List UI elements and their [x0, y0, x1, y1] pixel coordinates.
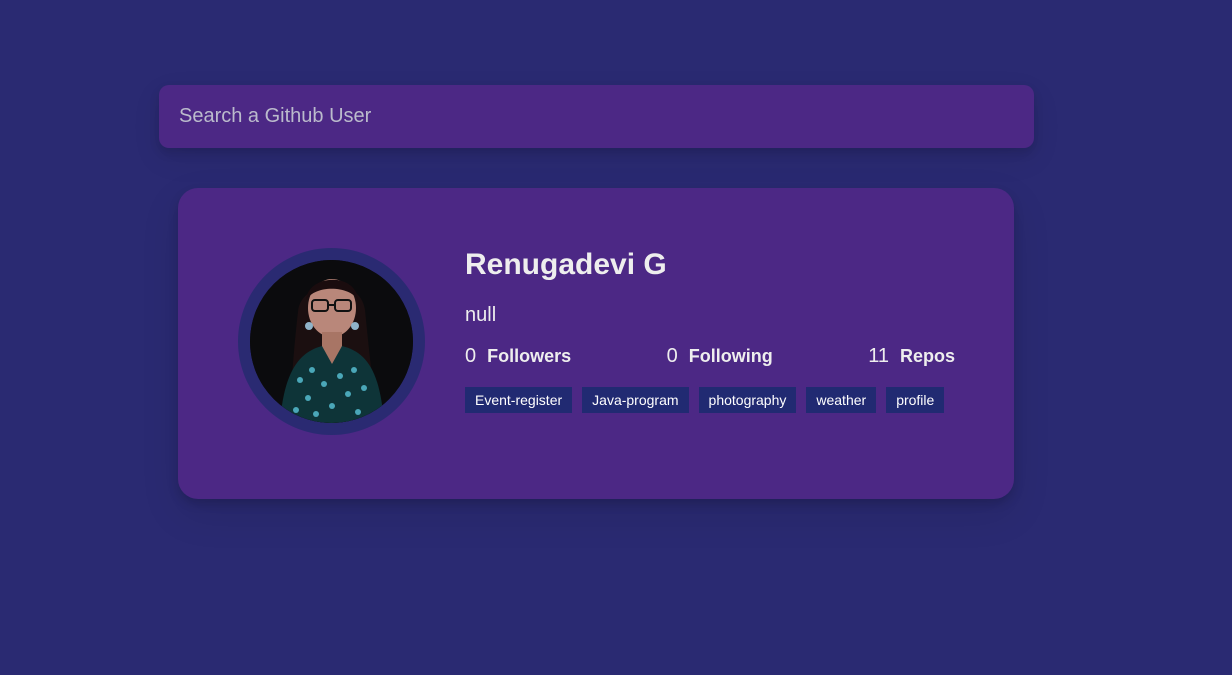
- search-form: [159, 85, 1034, 148]
- repos-label: Repos: [899, 346, 955, 366]
- avatar-ring: [238, 248, 425, 435]
- stat-followers: 0 Followers: [465, 344, 571, 368]
- stat-following: 0 Following: [667, 344, 773, 368]
- followers-label: Followers: [487, 346, 572, 366]
- avatar: [250, 260, 413, 423]
- followers-count: 0: [465, 345, 477, 367]
- search-input[interactable]: [159, 85, 1034, 148]
- profile-card: Renugadevi G null 0 Followers 0 Followin…: [178, 188, 1014, 499]
- user-bio: null: [465, 304, 497, 326]
- user-avatar-photo-icon: [250, 260, 413, 423]
- repo-link[interactable]: profile: [886, 387, 945, 413]
- stat-repos: 11 Repos: [868, 344, 955, 368]
- following-count: 0: [666, 345, 678, 367]
- user-name: Renugadevi G: [465, 248, 667, 281]
- repo-link[interactable]: weather: [806, 387, 877, 413]
- repo-link[interactable]: photography: [698, 387, 797, 413]
- following-label: Following: [688, 346, 773, 366]
- repo-link[interactable]: Event-register: [465, 387, 573, 413]
- repos-count: 11: [868, 345, 889, 367]
- repo-list: Event-register Java-program photography …: [465, 387, 975, 413]
- user-stats: 0 Followers 0 Following 11 Repos: [465, 344, 955, 368]
- repo-link[interactable]: Java-program: [582, 387, 689, 413]
- user-info: Renugadevi G null 0 Followers 0 Followin…: [465, 246, 975, 413]
